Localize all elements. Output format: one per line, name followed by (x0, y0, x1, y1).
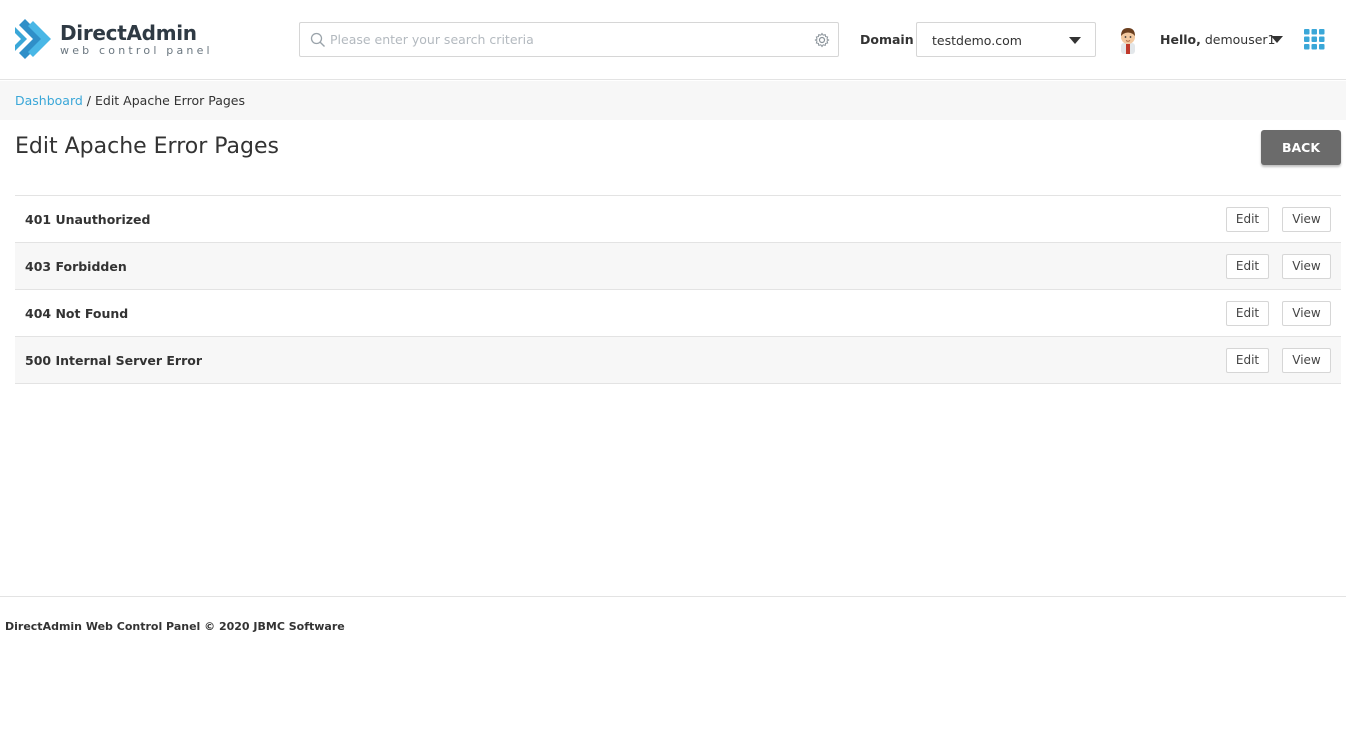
search-icon (310, 32, 325, 47)
error-pages-table: 401 Unauthorized Edit View 403 Forbidden… (15, 195, 1341, 384)
top-header: DirectAdmin web control panel Domain tes… (0, 0, 1346, 80)
search-input[interactable] (330, 24, 800, 55)
table-row: 401 Unauthorized Edit View (15, 196, 1341, 243)
logo[interactable]: DirectAdmin web control panel (15, 19, 215, 63)
domain-label: Domain (860, 32, 914, 47)
footer: DirectAdmin Web Control Panel © 2020 JBM… (0, 596, 1346, 657)
page-title: Edit Apache Error Pages (15, 134, 279, 159)
page: DirectAdmin web control panel Domain tes… (0, 0, 1346, 657)
breadcrumb: Dashboard / Edit Apache Error Pages (15, 93, 245, 108)
edit-button-404[interactable]: Edit (1226, 301, 1269, 326)
table-row: 403 Forbidden Edit View (15, 243, 1341, 290)
search-box[interactable] (299, 22, 839, 57)
user-menu-chevron-down-icon[interactable] (1271, 36, 1283, 43)
view-button-404[interactable]: View (1282, 301, 1331, 326)
view-button-401[interactable]: View (1282, 207, 1331, 232)
domain-value: testdemo.com (932, 33, 1022, 48)
view-button-500[interactable]: View (1282, 348, 1331, 373)
edit-button-500[interactable]: Edit (1226, 348, 1269, 373)
logo-title: DirectAdmin (60, 21, 197, 45)
table-row: 500 Internal Server Error Edit View (15, 337, 1341, 384)
back-button[interactable]: BACK (1261, 130, 1341, 165)
avatar[interactable] (1116, 26, 1140, 54)
apps-grid-icon[interactable] (1304, 29, 1325, 50)
username: demouser1 (1204, 32, 1276, 47)
breadcrumb-separator: / (82, 93, 95, 108)
user-greeting[interactable]: Hello, demouser1 (1160, 32, 1276, 47)
chevron-down-icon (1069, 37, 1081, 44)
table-row: 404 Not Found Edit View (15, 290, 1341, 337)
row-label-401: 401 Unauthorized (25, 212, 151, 227)
footer-copyright: DirectAdmin Web Control Panel © 2020 JBM… (5, 620, 345, 633)
gear-icon[interactable] (814, 32, 830, 48)
hello-label: Hello, (1160, 32, 1201, 47)
view-button-403[interactable]: View (1282, 254, 1331, 279)
breadcrumb-current: Edit Apache Error Pages (95, 93, 245, 108)
edit-button-403[interactable]: Edit (1226, 254, 1269, 279)
row-label-403: 403 Forbidden (25, 259, 127, 274)
row-label-404: 404 Not Found (25, 306, 129, 321)
row-label-500: 500 Internal Server Error (25, 353, 202, 368)
edit-button-401[interactable]: Edit (1226, 207, 1269, 232)
breadcrumb-bar: Dashboard / Edit Apache Error Pages (0, 81, 1346, 120)
domain-select[interactable]: testdemo.com (916, 22, 1096, 57)
logo-chevron-icon (15, 19, 51, 59)
breadcrumb-dashboard-link[interactable]: Dashboard (15, 93, 83, 108)
logo-subtitle: web control panel (60, 44, 213, 57)
